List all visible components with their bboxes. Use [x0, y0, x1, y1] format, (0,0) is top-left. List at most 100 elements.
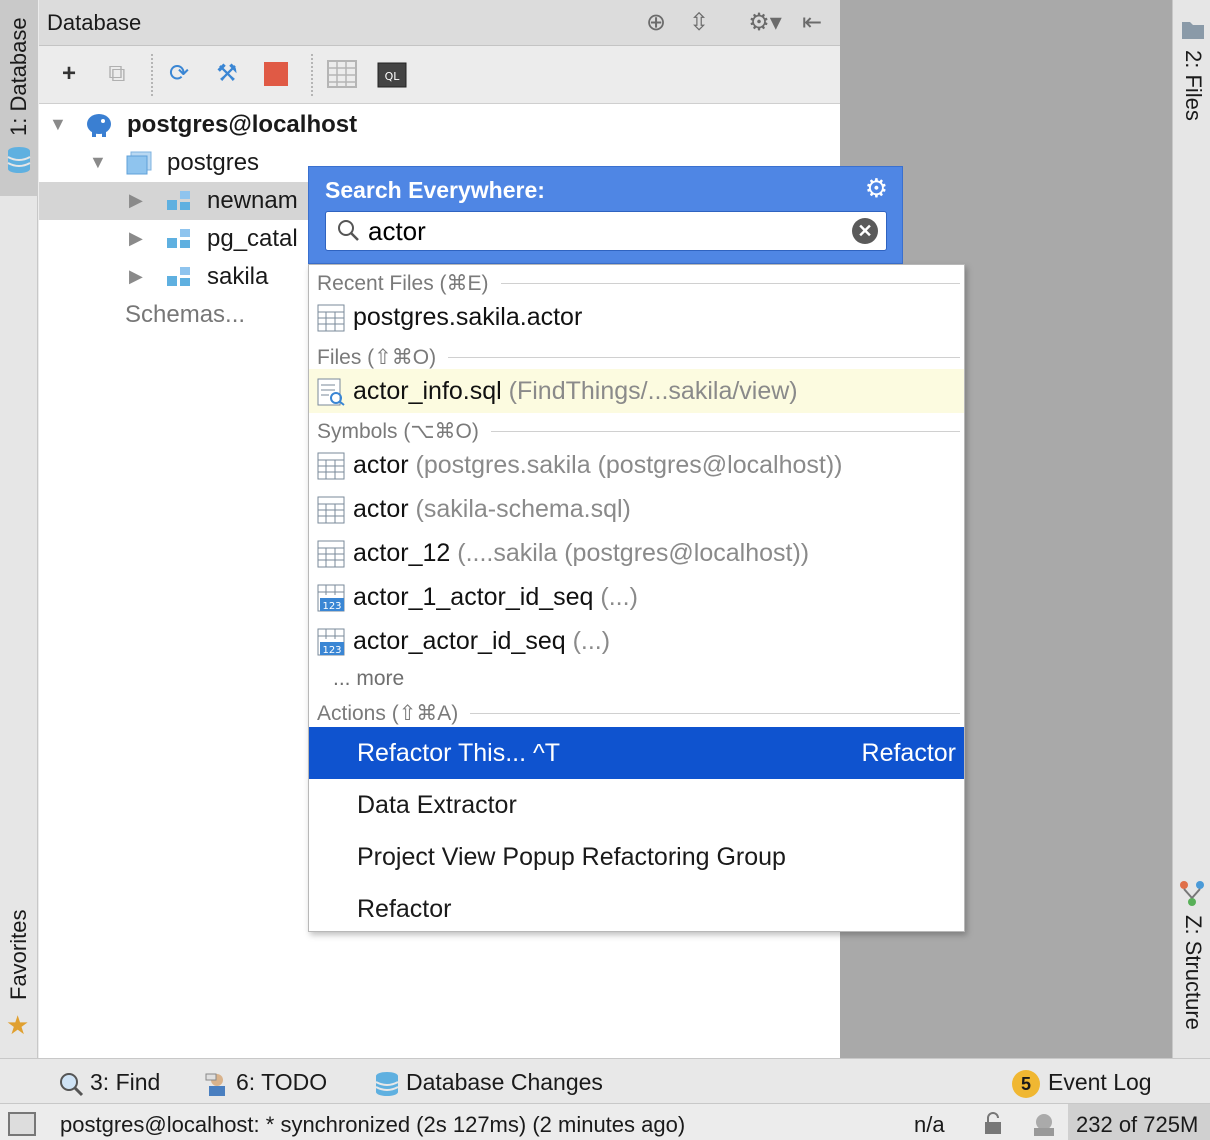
database-changes-icon — [375, 1071, 399, 1096]
result-symbol[interactable]: actor (sakila-schema.sql) — [309, 487, 964, 531]
result-location: (postgres.sakila (postgres@localhost)) — [415, 451, 843, 479]
table-icon — [317, 452, 345, 480]
action-label: Refactor This... ^T — [357, 739, 560, 767]
gear-dropdown-icon[interactable]: ⚙▾ — [743, 8, 787, 38]
table-icon — [317, 540, 345, 568]
schema-icon — [167, 191, 190, 210]
search-results: Recent Files (⌘E) postgres.sakila.actor … — [308, 264, 965, 932]
svg-text:QL: QL — [385, 70, 401, 83]
status-position: n/a — [914, 1112, 945, 1137]
find-tab[interactable]: 3: Find — [58, 1069, 160, 1097]
panel-title: Database — [47, 10, 142, 35]
inspector-icon[interactable] — [1030, 1110, 1058, 1138]
table-view-icon[interactable] — [327, 60, 359, 92]
table-icon — [317, 496, 345, 524]
action-label: Refactor — [357, 895, 452, 923]
schema-icon — [167, 267, 190, 286]
expand-arrow-icon[interactable]: ▼ — [49, 114, 67, 135]
refresh-icon[interactable]: ⟳ — [163, 58, 195, 90]
result-location: (...) — [572, 627, 611, 655]
tree-label: postgres@localhost — [127, 111, 358, 138]
find-icon — [60, 1072, 84, 1096]
expand-arrow-icon[interactable]: ▶ — [129, 266, 143, 287]
tree-node-host[interactable]: ▼ postgres@localhost — [39, 106, 840, 144]
result-symbol[interactable]: 123 actor_actor_id_seq (...) — [309, 619, 964, 663]
action-label: Project View Popup Refactoring Group — [357, 843, 786, 871]
structure-tab-label[interactable]: Z: Structure — [1180, 915, 1206, 1030]
todo-tab[interactable]: 6: TODO — [204, 1069, 327, 1097]
lock-icon[interactable] — [982, 1112, 1004, 1136]
result-name: actor_12 — [353, 539, 451, 567]
clear-icon[interactable]: ✕ — [852, 218, 878, 244]
result-symbol[interactable]: 123 actor_1_actor_id_seq (...) — [309, 575, 964, 619]
memory-indicator[interactable]: 232 of 725M — [1068, 1104, 1210, 1140]
star-icon: ★ — [6, 1010, 30, 1040]
target-icon[interactable]: ⊕ — [641, 8, 671, 38]
status-bar: postgres@localhost: * synchronized (2s 1… — [0, 1104, 1210, 1140]
gear-icon[interactable]: ⚙ — [865, 173, 888, 204]
database-tab-label[interactable]: 1: Database — [6, 17, 32, 136]
right-tool-strip — [1172, 0, 1210, 1058]
result-location: (sakila-schema.sql) — [415, 495, 631, 523]
tree-label: Schemas... — [125, 301, 246, 328]
result-file[interactable]: actor_info.sql (FindThings/...sakila/vie… — [309, 369, 964, 413]
result-name: actor — [353, 495, 409, 523]
tree-label: newnam — [207, 187, 298, 214]
result-name: actor_1_actor_id_seq — [353, 583, 594, 611]
result-name: actor_info.sql — [353, 377, 502, 405]
search-everywhere-popup: Search Everywhere: ⚙ ✕ — [308, 166, 903, 264]
result-location: (....sakila (postgres@localhost)) — [457, 539, 810, 567]
result-name: actor — [353, 451, 409, 479]
status-text: postgres@localhost: * synchronized (2s 1… — [60, 1112, 686, 1137]
add-icon[interactable]: + — [53, 58, 85, 90]
database-changes-tab[interactable]: Database Changes — [374, 1069, 603, 1097]
stop-icon[interactable] — [263, 61, 295, 93]
postgres-elephant-icon — [87, 114, 111, 137]
collapse-all-icon[interactable]: ⇳ — [684, 8, 714, 38]
result-symbol[interactable]: actor_12 (....sakila (postgres@localhost… — [309, 531, 964, 575]
action-group: Refactor — [861, 739, 956, 767]
event-log-tab[interactable]: 5 Event Log — [1012, 1069, 1152, 1098]
search-icon — [338, 220, 359, 241]
database-node-icon — [126, 151, 152, 175]
action-item-selected[interactable]: Refactor This... ^T Refactor — [309, 727, 964, 779]
duplicate-icon[interactable]: ⧉ — [101, 58, 133, 90]
action-item[interactable]: Project View Popup Refactoring Group — [309, 831, 964, 883]
more-link[interactable]: ... more — [333, 667, 404, 691]
properties-icon[interactable]: ⚒ — [211, 58, 243, 90]
result-name: postgres.sakila.actor — [353, 303, 583, 331]
files-tab-label[interactable]: 2: Files — [1180, 50, 1206, 121]
sql-file-search-icon — [317, 378, 345, 406]
action-item[interactable]: Refactor — [309, 883, 964, 935]
result-location: (FindThings/...sakila/view) — [508, 377, 798, 405]
action-item[interactable]: Data Extractor — [309, 779, 964, 831]
hide-panel-icon[interactable]: ⇤ — [797, 8, 827, 38]
expand-arrow-icon[interactable]: ▶ — [129, 190, 143, 211]
expand-arrow-icon[interactable]: ▼ — [89, 152, 107, 173]
svg-text:123: 123 — [322, 645, 341, 656]
result-recent-file[interactable]: postgres.sakila.actor — [309, 295, 964, 339]
folder-icon — [1182, 22, 1204, 39]
search-title: Search Everywhere: — [325, 177, 545, 203]
sequence-icon: 123 — [317, 628, 345, 656]
tree-label: postgres — [167, 149, 260, 176]
table-icon — [317, 304, 345, 332]
todo-icon — [205, 1073, 225, 1096]
event-count-badge: 5 — [1012, 1069, 1040, 1098]
schema-icon — [167, 229, 190, 248]
search-box: ✕ — [325, 211, 887, 251]
sql-console-icon[interactable]: QL — [377, 62, 409, 94]
favorites-tab-label[interactable]: Favorites — [6, 910, 32, 1000]
bottom-tool-bar: 3: Find 6: TODO Database Changes 5 Event … — [0, 1058, 1210, 1104]
search-input[interactable] — [368, 215, 838, 247]
expand-arrow-icon[interactable]: ▶ — [129, 228, 143, 249]
tree-label: pg_catal — [207, 225, 298, 252]
panel-toolbar: + ⧉ ⟳ ⚒ QL — [39, 46, 840, 104]
result-symbol[interactable]: actor (postgres.sakila (postgres@localho… — [309, 443, 964, 487]
result-location: (...) — [600, 583, 638, 611]
panel-header: Database ⊕ ⇳ ⚙▾ ⇤ — [39, 0, 840, 46]
section-header-actions: Actions (⇧⌘A) — [309, 697, 964, 729]
toggle-toolwindows-icon[interactable] — [8, 1112, 36, 1136]
svg-text:123: 123 — [322, 601, 341, 612]
tree-label: sakila — [207, 263, 269, 290]
